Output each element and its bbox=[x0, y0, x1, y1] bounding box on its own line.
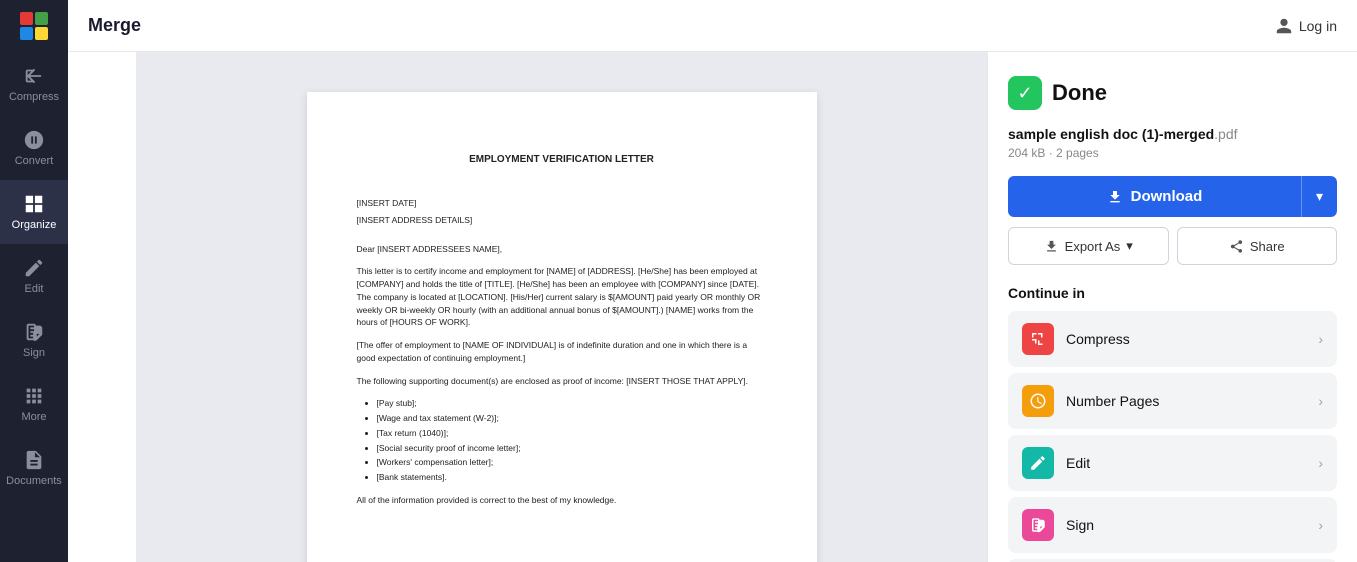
continue-item-number-pages-label: Number Pages bbox=[1066, 393, 1306, 409]
sidebar-item-documents-label: Documents bbox=[6, 475, 62, 487]
file-name-main: sample english doc (1)-merged bbox=[1008, 126, 1214, 142]
file-name-ext: .pdf bbox=[1214, 126, 1237, 142]
login-label: Log in bbox=[1299, 18, 1337, 34]
share-button[interactable]: Share bbox=[1177, 227, 1338, 265]
sidebar-item-edit[interactable]: Edit bbox=[0, 244, 68, 308]
done-icon: ✓ bbox=[1008, 76, 1042, 110]
sidebar-item-sign-label: Sign bbox=[23, 347, 45, 359]
sidebar-item-convert[interactable]: Convert bbox=[0, 116, 68, 180]
organize-icon bbox=[23, 193, 45, 215]
sign-icon bbox=[23, 321, 45, 343]
pdf-para4: All of the information provided is corre… bbox=[357, 494, 767, 507]
list-item: [Workers' compensation letter]; bbox=[377, 456, 767, 469]
compress-icon bbox=[1022, 323, 1054, 355]
continue-in-title: Continue in bbox=[1008, 285, 1337, 301]
continue-item-compress[interactable]: Compress › bbox=[1008, 311, 1337, 367]
pdf-para1: This letter is to certify income and emp… bbox=[357, 265, 767, 329]
pdf-para3: The following supporting document(s) are… bbox=[357, 375, 767, 388]
continue-item-sign-label: Sign bbox=[1066, 517, 1306, 533]
compress-icon bbox=[23, 65, 45, 87]
sidebar-item-more[interactable]: More bbox=[0, 372, 68, 436]
download-dropdown-button[interactable]: ▾ bbox=[1301, 176, 1337, 217]
export-label: Export As bbox=[1065, 239, 1121, 254]
list-item: [Social security proof of income letter]… bbox=[377, 442, 767, 455]
app-title: Merge bbox=[88, 15, 141, 36]
download-button[interactable]: Download bbox=[1008, 176, 1301, 217]
login-button[interactable]: Log in bbox=[1275, 17, 1337, 35]
export-dropdown-icon: ▾ bbox=[1126, 238, 1133, 254]
download-label: Download bbox=[1131, 188, 1203, 205]
pdf-preview[interactable]: EMPLOYMENT VERIFICATION LETTER [INSERT D… bbox=[136, 52, 987, 562]
sidebar: Compress Convert Organize Edit Sign More bbox=[0, 0, 68, 562]
pdf-address: [INSERT ADDRESS DETAILS] bbox=[357, 214, 767, 227]
right-panel: ✓ Done sample english doc (1)-merged.pdf… bbox=[987, 52, 1357, 562]
file-meta: 204 kB · 2 pages bbox=[1008, 146, 1337, 160]
logo-green-cell bbox=[35, 12, 48, 25]
sidebar-item-sign[interactable]: Sign bbox=[0, 308, 68, 372]
convert-icon bbox=[23, 129, 45, 151]
sidebar-item-edit-label: Edit bbox=[25, 283, 44, 295]
list-item: [Pay stub]; bbox=[377, 397, 767, 410]
pdf-date: [INSERT DATE] bbox=[357, 197, 767, 210]
continue-items: Compress › Number Pages › Edit › Sign › … bbox=[1008, 311, 1337, 562]
list-item: [Tax return (1040)]; bbox=[377, 427, 767, 440]
logo-yellow-cell bbox=[35, 27, 48, 40]
topbar: Merge Log in bbox=[68, 0, 1357, 52]
pdf-list: [Pay stub]; [Wage and tax statement (W-2)… bbox=[377, 397, 767, 484]
action-row: Export As ▾ Share bbox=[1008, 227, 1337, 265]
number-pages-icon bbox=[1022, 385, 1054, 417]
share-label: Share bbox=[1250, 239, 1285, 254]
export-button[interactable]: Export As ▾ bbox=[1008, 227, 1169, 265]
download-button-wrapper: Download ▾ bbox=[1008, 176, 1337, 217]
done-header: ✓ Done bbox=[1008, 76, 1337, 110]
sidebar-item-convert-label: Convert bbox=[15, 155, 54, 167]
main-content: EMPLOYMENT VERIFICATION LETTER [INSERT D… bbox=[136, 0, 1357, 562]
sidebar-item-compress[interactable]: Compress bbox=[0, 52, 68, 116]
sidebar-item-more-label: More bbox=[21, 411, 46, 423]
continue-item-number-pages[interactable]: Number Pages › bbox=[1008, 373, 1337, 429]
app-logo bbox=[0, 0, 68, 52]
continue-item-compress-label: Compress bbox=[1066, 331, 1306, 347]
sidebar-item-organize[interactable]: Organize bbox=[0, 180, 68, 244]
documents-icon bbox=[23, 449, 45, 471]
continue-item-edit-label: Edit bbox=[1066, 455, 1306, 471]
sidebar-item-compress-label: Compress bbox=[9, 91, 59, 103]
list-item: [Bank statements]. bbox=[377, 471, 767, 484]
logo-blue-cell bbox=[20, 27, 33, 40]
done-title: Done bbox=[1052, 80, 1107, 106]
pdf-dear: Dear [INSERT ADDRESSEES NAME], bbox=[357, 243, 767, 256]
edit-icon bbox=[23, 257, 45, 279]
sidebar-item-documents[interactable]: Documents bbox=[0, 436, 68, 500]
logo-red-cell bbox=[20, 12, 33, 25]
continue-chevron-icon: › bbox=[1318, 517, 1323, 533]
list-item: [Wage and tax statement (W-2)]; bbox=[377, 412, 767, 425]
continue-item-sign[interactable]: Sign › bbox=[1008, 497, 1337, 553]
sidebar-item-organize-label: Organize bbox=[12, 219, 57, 231]
continue-chevron-icon: › bbox=[1318, 331, 1323, 347]
file-name-display: sample english doc (1)-merged.pdf bbox=[1008, 126, 1337, 144]
continue-chevron-icon: › bbox=[1318, 393, 1323, 409]
file-info: sample english doc (1)-merged.pdf 204 kB… bbox=[1008, 126, 1337, 160]
more-icon bbox=[23, 385, 45, 407]
pdf-para2: [The offer of employment to [NAME OF IND… bbox=[357, 339, 767, 365]
pdf-page: EMPLOYMENT VERIFICATION LETTER [INSERT D… bbox=[307, 92, 817, 562]
download-row: Download ▾ bbox=[1008, 176, 1337, 217]
edit-icon bbox=[1022, 447, 1054, 479]
continue-item-edit[interactable]: Edit › bbox=[1008, 435, 1337, 491]
content-area: EMPLOYMENT VERIFICATION LETTER [INSERT D… bbox=[136, 52, 1357, 562]
sign-icon bbox=[1022, 509, 1054, 541]
continue-chevron-icon: › bbox=[1318, 455, 1323, 471]
pdf-title: EMPLOYMENT VERIFICATION LETTER bbox=[357, 152, 767, 167]
